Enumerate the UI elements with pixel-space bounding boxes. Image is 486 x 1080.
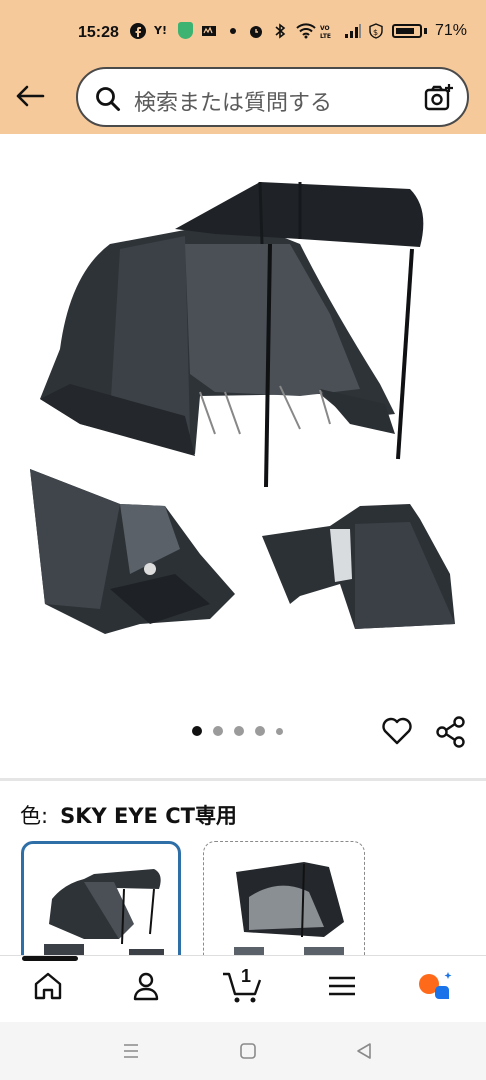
status-bar: 15:28 Y! VO LTE $ 71% xyxy=(0,0,486,60)
home-system-icon[interactable] xyxy=(237,1040,259,1062)
wifi-icon xyxy=(296,23,316,39)
svg-text:LTE: LTE xyxy=(320,33,331,39)
pager-dot[interactable] xyxy=(255,726,265,736)
recent-apps-icon[interactable] xyxy=(120,1040,142,1062)
battery-icon xyxy=(392,24,422,38)
status-time: 15:28 xyxy=(78,24,119,41)
back-system-icon[interactable] xyxy=(353,1040,375,1062)
bluetooth-icon xyxy=(272,23,288,39)
variant-swatch[interactable] xyxy=(203,841,365,971)
yahoo-icon: Y! xyxy=(153,23,170,39)
tent-main-illustration xyxy=(40,181,424,488)
battery-percentage: 71% xyxy=(435,22,468,39)
back-button[interactable] xyxy=(14,80,46,112)
dollar-icon: $ xyxy=(368,23,384,39)
menu-icon xyxy=(329,976,355,996)
search-bar[interactable]: 検索または質問する xyxy=(76,67,469,127)
pager-dot[interactable] xyxy=(192,726,202,736)
pager-dot[interactable] xyxy=(276,727,283,735)
lte-icon: VO LTE xyxy=(320,23,336,40)
system-navigation-bar xyxy=(0,1022,486,1080)
shield-icon xyxy=(178,22,193,39)
heart-icon xyxy=(382,717,412,745)
product-image xyxy=(30,181,455,634)
share-icon xyxy=(436,716,465,748)
facebook-icon xyxy=(130,22,146,39)
wishlist-button[interactable] xyxy=(380,714,414,748)
cart-count-badge: 1 xyxy=(241,966,252,986)
pager-dot[interactable] xyxy=(234,726,244,736)
svg-text:Y!: Y! xyxy=(154,24,167,37)
home-icon xyxy=(34,972,62,1000)
alarm-icon xyxy=(248,23,264,39)
search-placeholder: 検索または質問する xyxy=(134,91,333,116)
color-selection-label: 色: SKY EYE CT専用 xyxy=(20,800,237,830)
pager-dot[interactable] xyxy=(213,726,223,736)
active-tab-indicator xyxy=(22,956,78,961)
section-divider xyxy=(0,778,486,781)
tent-angle-illustration xyxy=(30,469,235,634)
bottom-navigation: 1 xyxy=(0,955,486,1021)
nav-cart[interactable]: 1 xyxy=(220,966,266,1006)
back-arrow-icon xyxy=(16,85,45,107)
product-image-gallery[interactable] xyxy=(0,134,486,694)
camera-search-icon[interactable] xyxy=(423,82,455,114)
selected-color-value: SKY EYE CT専用 xyxy=(60,804,237,828)
svg-text:VO: VO xyxy=(320,25,330,32)
assistant-icon xyxy=(419,972,452,999)
signal-icon xyxy=(344,23,361,39)
share-button[interactable] xyxy=(433,714,469,750)
variant-thumbnail xyxy=(234,862,344,959)
svg-text:$: $ xyxy=(373,28,378,37)
nav-home[interactable] xyxy=(28,966,68,1006)
nav-menu[interactable] xyxy=(322,966,362,1006)
tent-side-illustration xyxy=(262,504,455,629)
variant-thumbnail xyxy=(44,869,164,964)
dot-icon xyxy=(225,23,241,39)
nav-account[interactable] xyxy=(126,966,166,1006)
image-pager xyxy=(192,726,283,736)
variant-swatch-selected[interactable] xyxy=(21,841,181,971)
search-icon xyxy=(96,87,120,111)
app-icon xyxy=(201,23,217,39)
color-label-prefix: 色: xyxy=(20,804,49,828)
nav-assistant[interactable] xyxy=(415,966,455,1006)
account-icon xyxy=(133,972,159,1001)
